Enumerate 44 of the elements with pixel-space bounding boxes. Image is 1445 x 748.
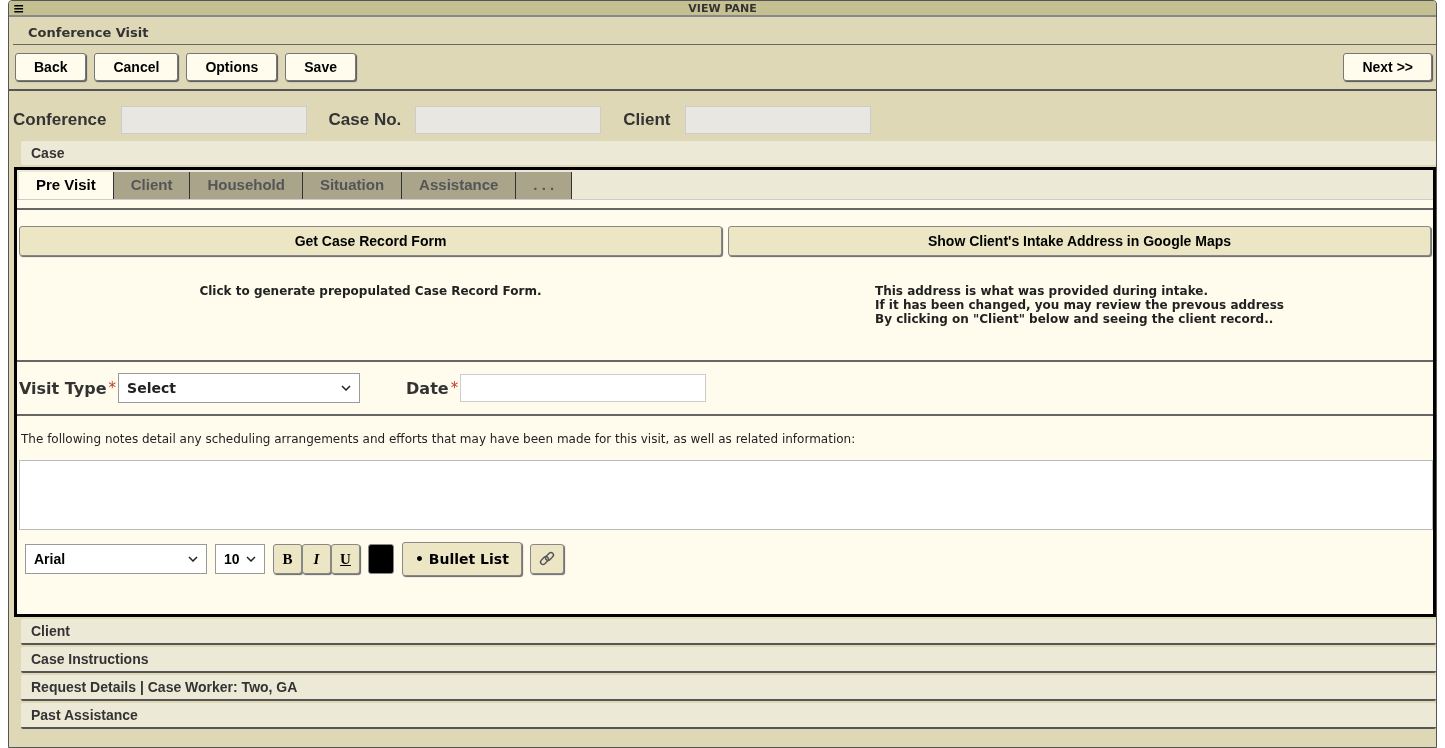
bullet-list-button[interactable]: • Bullet List xyxy=(402,542,522,576)
font-select[interactable]: Arial xyxy=(25,544,207,574)
toolbar-button[interactable]: Save xyxy=(285,53,356,81)
size-select[interactable]: 10 xyxy=(215,544,265,574)
readonly-field[interactable] xyxy=(684,106,871,134)
info-text: Click to generate prepopulated Case Record Form. xyxy=(199,284,542,300)
field-label: Date xyxy=(406,378,449,398)
visit-type-select[interactable]: Select xyxy=(118,373,361,403)
accordion-header[interactable]: Client xyxy=(21,619,1436,645)
underline-button[interactable]: U xyxy=(331,544,360,574)
italic-button[interactable]: I xyxy=(302,544,331,574)
window-title: VIEW PANE xyxy=(688,1,757,15)
section-title: Conference Visit xyxy=(13,21,1436,45)
accordion-header[interactable]: Request Details | Case Worker: Two, GA xyxy=(21,675,1436,701)
notes-editor[interactable] xyxy=(19,460,1433,530)
toolbar-button[interactable]: Back xyxy=(15,53,87,81)
accordion-header[interactable]: Past Assistance xyxy=(21,703,1436,729)
action-button[interactable]: Get Case Record Form xyxy=(19,226,722,256)
accordion-header[interactable]: Case Instructions xyxy=(21,647,1436,673)
field-label: Visit Type xyxy=(19,378,107,398)
notes-intro: The following notes detail any scheduling arrangements and efforts that may have been made for this visit, as well as related information: xyxy=(20,431,857,448)
chevron-icon xyxy=(246,556,256,562)
case-header[interactable]: Case xyxy=(21,141,1436,165)
text-color-swatch[interactable] xyxy=(368,544,394,574)
required-mark: * xyxy=(450,379,459,397)
link-icon xyxy=(537,550,556,568)
chevron-icon xyxy=(188,556,198,562)
field-label: Conference xyxy=(13,110,107,130)
chevron-icon xyxy=(341,385,352,391)
field-label: Client xyxy=(623,110,671,130)
action-button[interactable]: Show Client's Intake Address in Google Maps xyxy=(728,226,1431,256)
tab[interactable]: Pre Visit xyxy=(19,172,114,199)
date-field[interactable] xyxy=(460,374,707,402)
readonly-field[interactable] xyxy=(415,106,602,134)
info-text: This address is what was provided during intake. If it has been changed, you may review the prevous address By clicking on "Client" below and seeing the client record.. xyxy=(875,284,1284,328)
readonly-field[interactable] xyxy=(120,106,307,134)
required-mark: * xyxy=(108,379,117,397)
bold-button[interactable]: B xyxy=(273,544,302,574)
field-label: Case No. xyxy=(328,110,402,130)
next-button[interactable]: Next >> xyxy=(1343,53,1432,81)
toolbar-button[interactable]: Options xyxy=(186,53,278,81)
toolbar-button[interactable]: Cancel xyxy=(94,53,179,81)
menu-icon[interactable]: ≡ xyxy=(9,1,29,15)
link-button[interactable] xyxy=(529,544,564,574)
